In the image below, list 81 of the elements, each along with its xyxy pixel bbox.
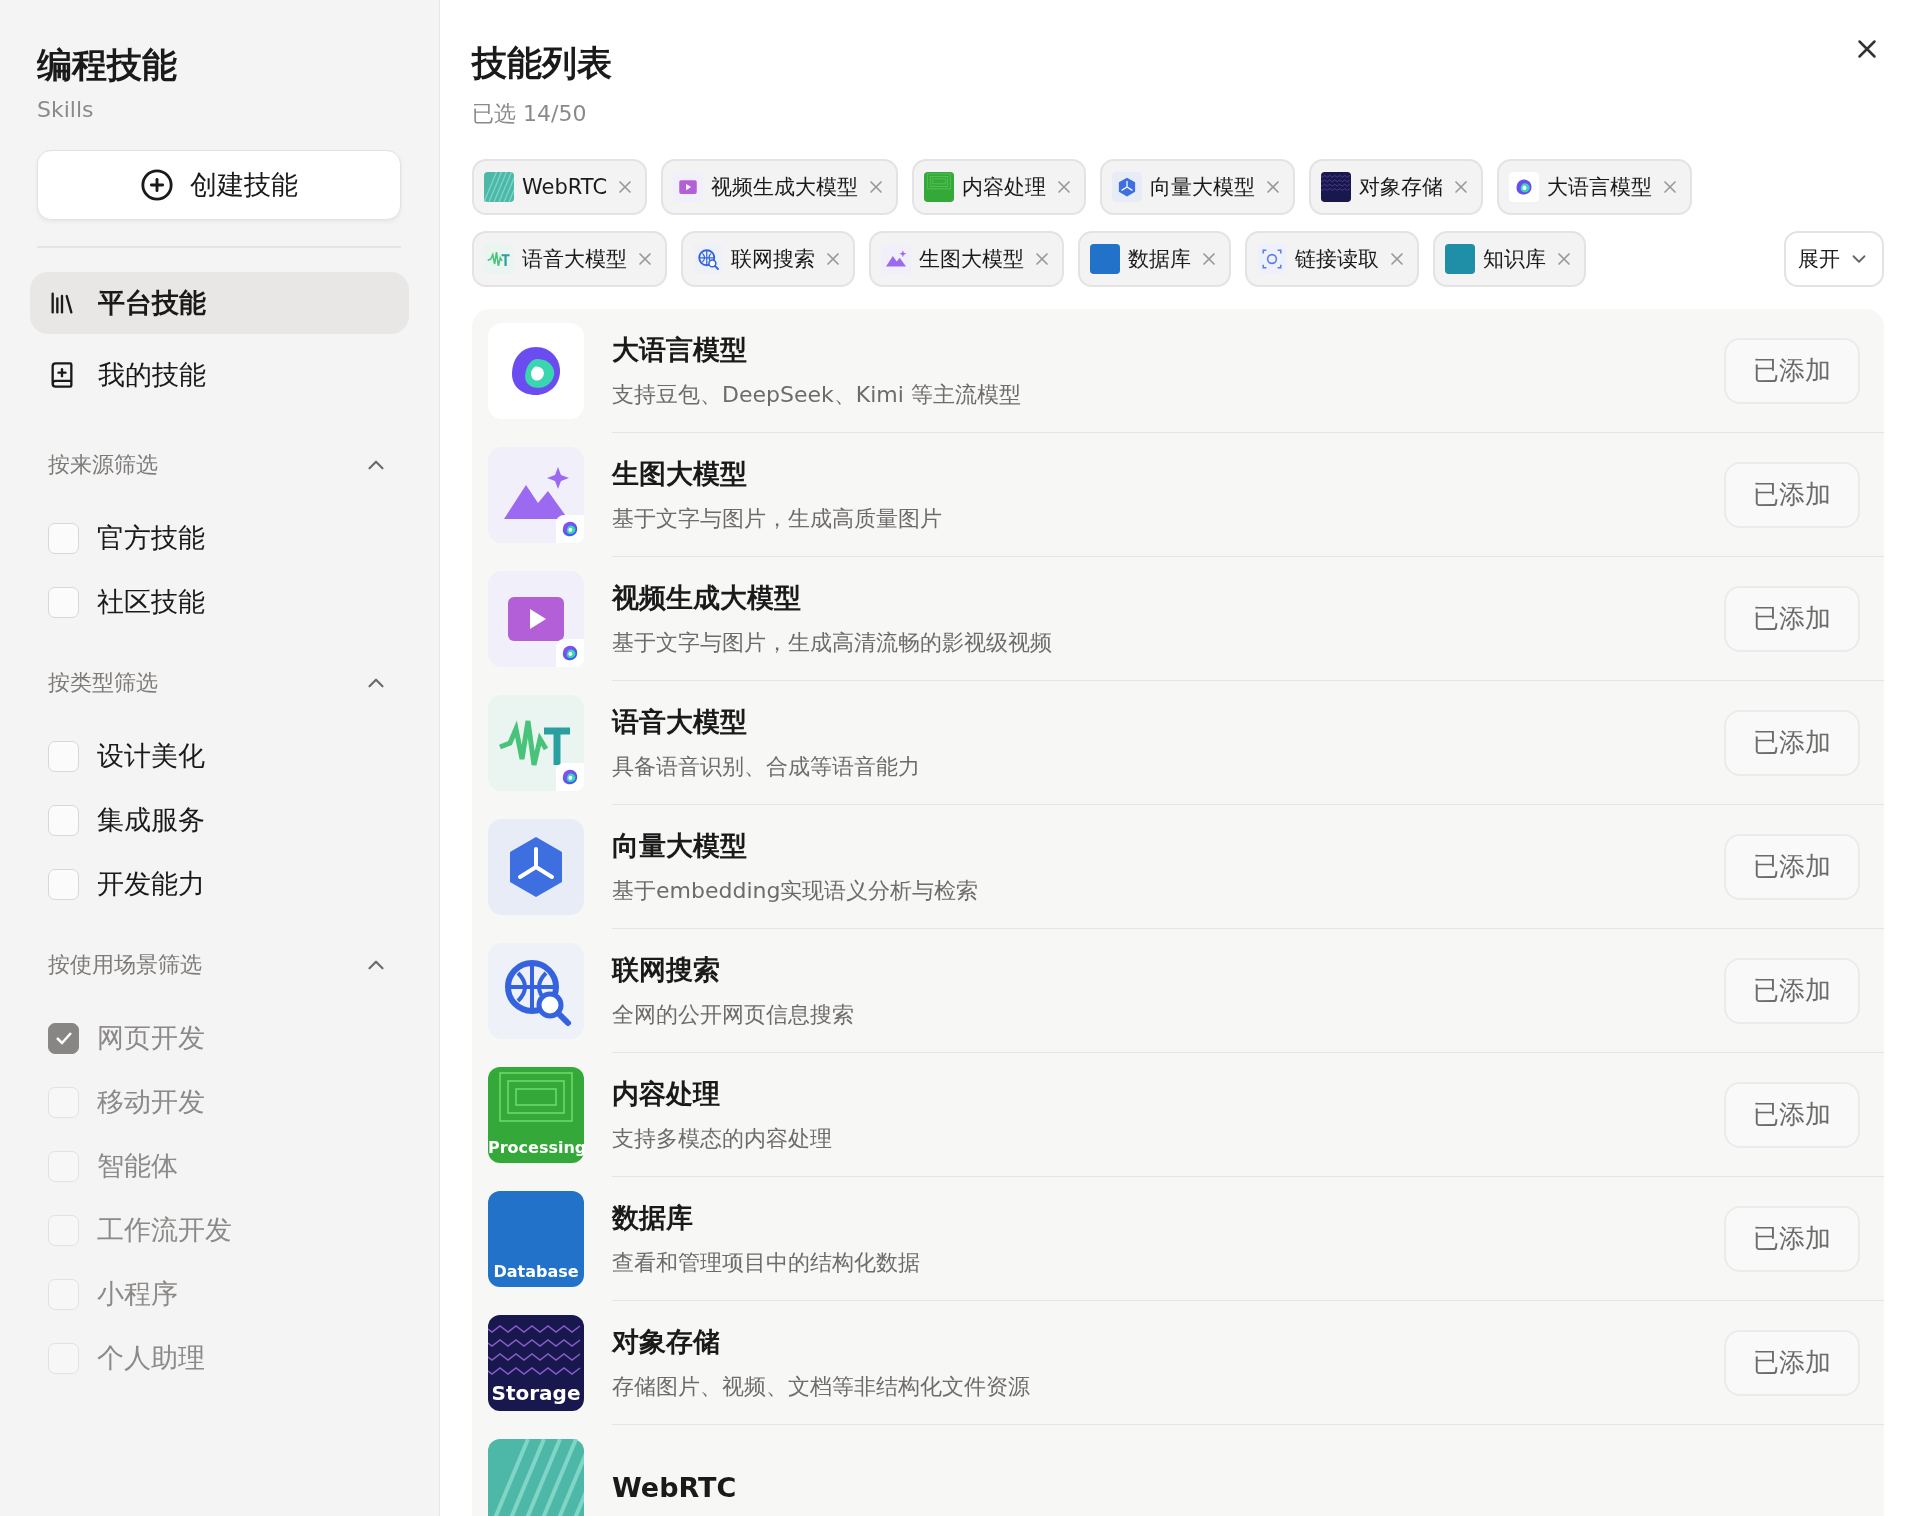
nav-item[interactable]: 平台技能 [30, 272, 409, 334]
added-button[interactable]: 已添加 [1724, 1081, 1860, 1148]
skill-description: 全网的公开网页信息搜索 [612, 1000, 855, 1029]
skill-name: 向量大模型 [612, 828, 748, 863]
play-icon [673, 172, 704, 202]
added-button[interactable]: 已添加 [1724, 957, 1860, 1024]
waveform-icon [484, 244, 514, 274]
nav-label: 我的技能 [98, 358, 206, 392]
swirl-logo-icon [561, 644, 579, 662]
filter-option-label: 个人助理 [97, 1341, 205, 1375]
skill-description: 基于embedding实现语义分析与检索 [612, 876, 980, 905]
expand-button[interactable]: 展开 [1784, 231, 1884, 287]
filter-heading: 按来源筛选 [48, 451, 158, 479]
chip-label: 链接读取 [1295, 246, 1379, 273]
skill-description: 具备语音识别、合成等语音能力 [612, 752, 921, 781]
chip-label: 生图大模型 [919, 246, 1024, 273]
filter-option-label: 开发能力 [97, 867, 205, 901]
skill-name: 数据库 [612, 1200, 694, 1235]
icon-caption: Storage [490, 1381, 582, 1405]
link-scan-icon [1257, 244, 1287, 274]
filter-option-label: 设计美化 [97, 739, 205, 773]
added-button[interactable]: 已添加 [1724, 709, 1860, 776]
skill-name: WebRTC [612, 1471, 738, 1503]
swirl-logo-icon [561, 768, 579, 786]
zigzag-tile-icon [1321, 172, 1352, 202]
database-tile-icon [1090, 244, 1120, 274]
chip-label: 对象存储 [1359, 174, 1444, 201]
skill-name: 对象存储 [612, 1324, 721, 1359]
page-title: 技能列表 [472, 42, 612, 85]
filter-option-label: 网页开发 [97, 1021, 205, 1055]
nav-label: 平台技能 [98, 286, 206, 320]
skill-name: 大语言模型 [612, 332, 748, 367]
filter-option-label: 工作流开发 [97, 1213, 232, 1247]
chip-label: 知识库 [1483, 246, 1546, 273]
chip-label: 联网搜索 [731, 246, 815, 273]
skill-name: 视频生成大模型 [612, 580, 802, 615]
chip-label: 语音大模型 [522, 246, 627, 273]
chip-label: 数据库 [1128, 246, 1191, 273]
chip-label: 向量大模型 [1150, 174, 1256, 201]
skill-description: 基于文字与图片，生成高质量图片 [612, 504, 943, 533]
chip-label: 内容处理 [962, 174, 1047, 201]
added-button[interactable]: 已添加 [1724, 461, 1860, 528]
added-button[interactable]: 已添加 [1724, 585, 1860, 652]
cube-icon [1112, 172, 1143, 202]
sidebar-subtitle: Skills [37, 97, 95, 122]
skill-name: 内容处理 [612, 1076, 721, 1111]
sidebar-title: 编程技能 [37, 44, 178, 87]
swirl-logo-icon [561, 520, 579, 538]
skill-name: 联网搜索 [612, 952, 721, 987]
swirl-logo-icon [1509, 172, 1540, 202]
plus-circle-icon [140, 168, 174, 202]
skill-description: 存储图片、视频、文档等非结构化文件资源 [612, 1372, 1031, 1401]
filter-heading: 按类型筛选 [48, 669, 158, 697]
filter-option-label: 智能体 [97, 1149, 178, 1183]
added-button[interactable]: 已添加 [1724, 1205, 1860, 1272]
skill-description: 支持多模态的内容处理 [612, 1124, 833, 1153]
filter-option-label: 官方技能 [97, 521, 205, 555]
added-button[interactable]: 已添加 [1724, 1329, 1860, 1396]
skill-description: 基于文字与图片，生成高清流畅的影视级视频 [612, 628, 1053, 657]
selected-count: 已选 14/50 [472, 100, 588, 128]
filter-option-label: 移动开发 [97, 1085, 205, 1119]
create-skill-button[interactable]: 创建技能 [37, 150, 401, 220]
square-pattern-icon [924, 172, 955, 202]
filter-option-label: 集成服务 [97, 803, 205, 837]
added-button[interactable]: 已添加 [1724, 337, 1860, 404]
nav-item[interactable]: 我的技能 [30, 344, 409, 406]
filter-heading: 按使用场景筛选 [48, 951, 202, 979]
striped-tile-icon [484, 172, 514, 202]
filter-option-label: 社区技能 [97, 585, 205, 619]
chip-label: 大语言模型 [1547, 174, 1653, 201]
skill-name: 语音大模型 [612, 704, 748, 739]
knowledge-tile-icon [1445, 244, 1475, 274]
mountain-icon [881, 244, 911, 274]
chip-label: 视频生成大模型 [711, 174, 859, 201]
skill-description: 查看和管理项目中的结构化数据 [612, 1248, 921, 1277]
skill-name: 生图大模型 [612, 456, 748, 491]
skill-description: 支持豆包、DeepSeek、Kimi 等主流模型 [612, 380, 1022, 409]
chip-label: WebRTC [522, 175, 608, 199]
added-button[interactable]: 已添加 [1724, 833, 1860, 900]
filter-option-label: 小程序 [97, 1277, 178, 1311]
icon-caption: Database [492, 1262, 580, 1281]
